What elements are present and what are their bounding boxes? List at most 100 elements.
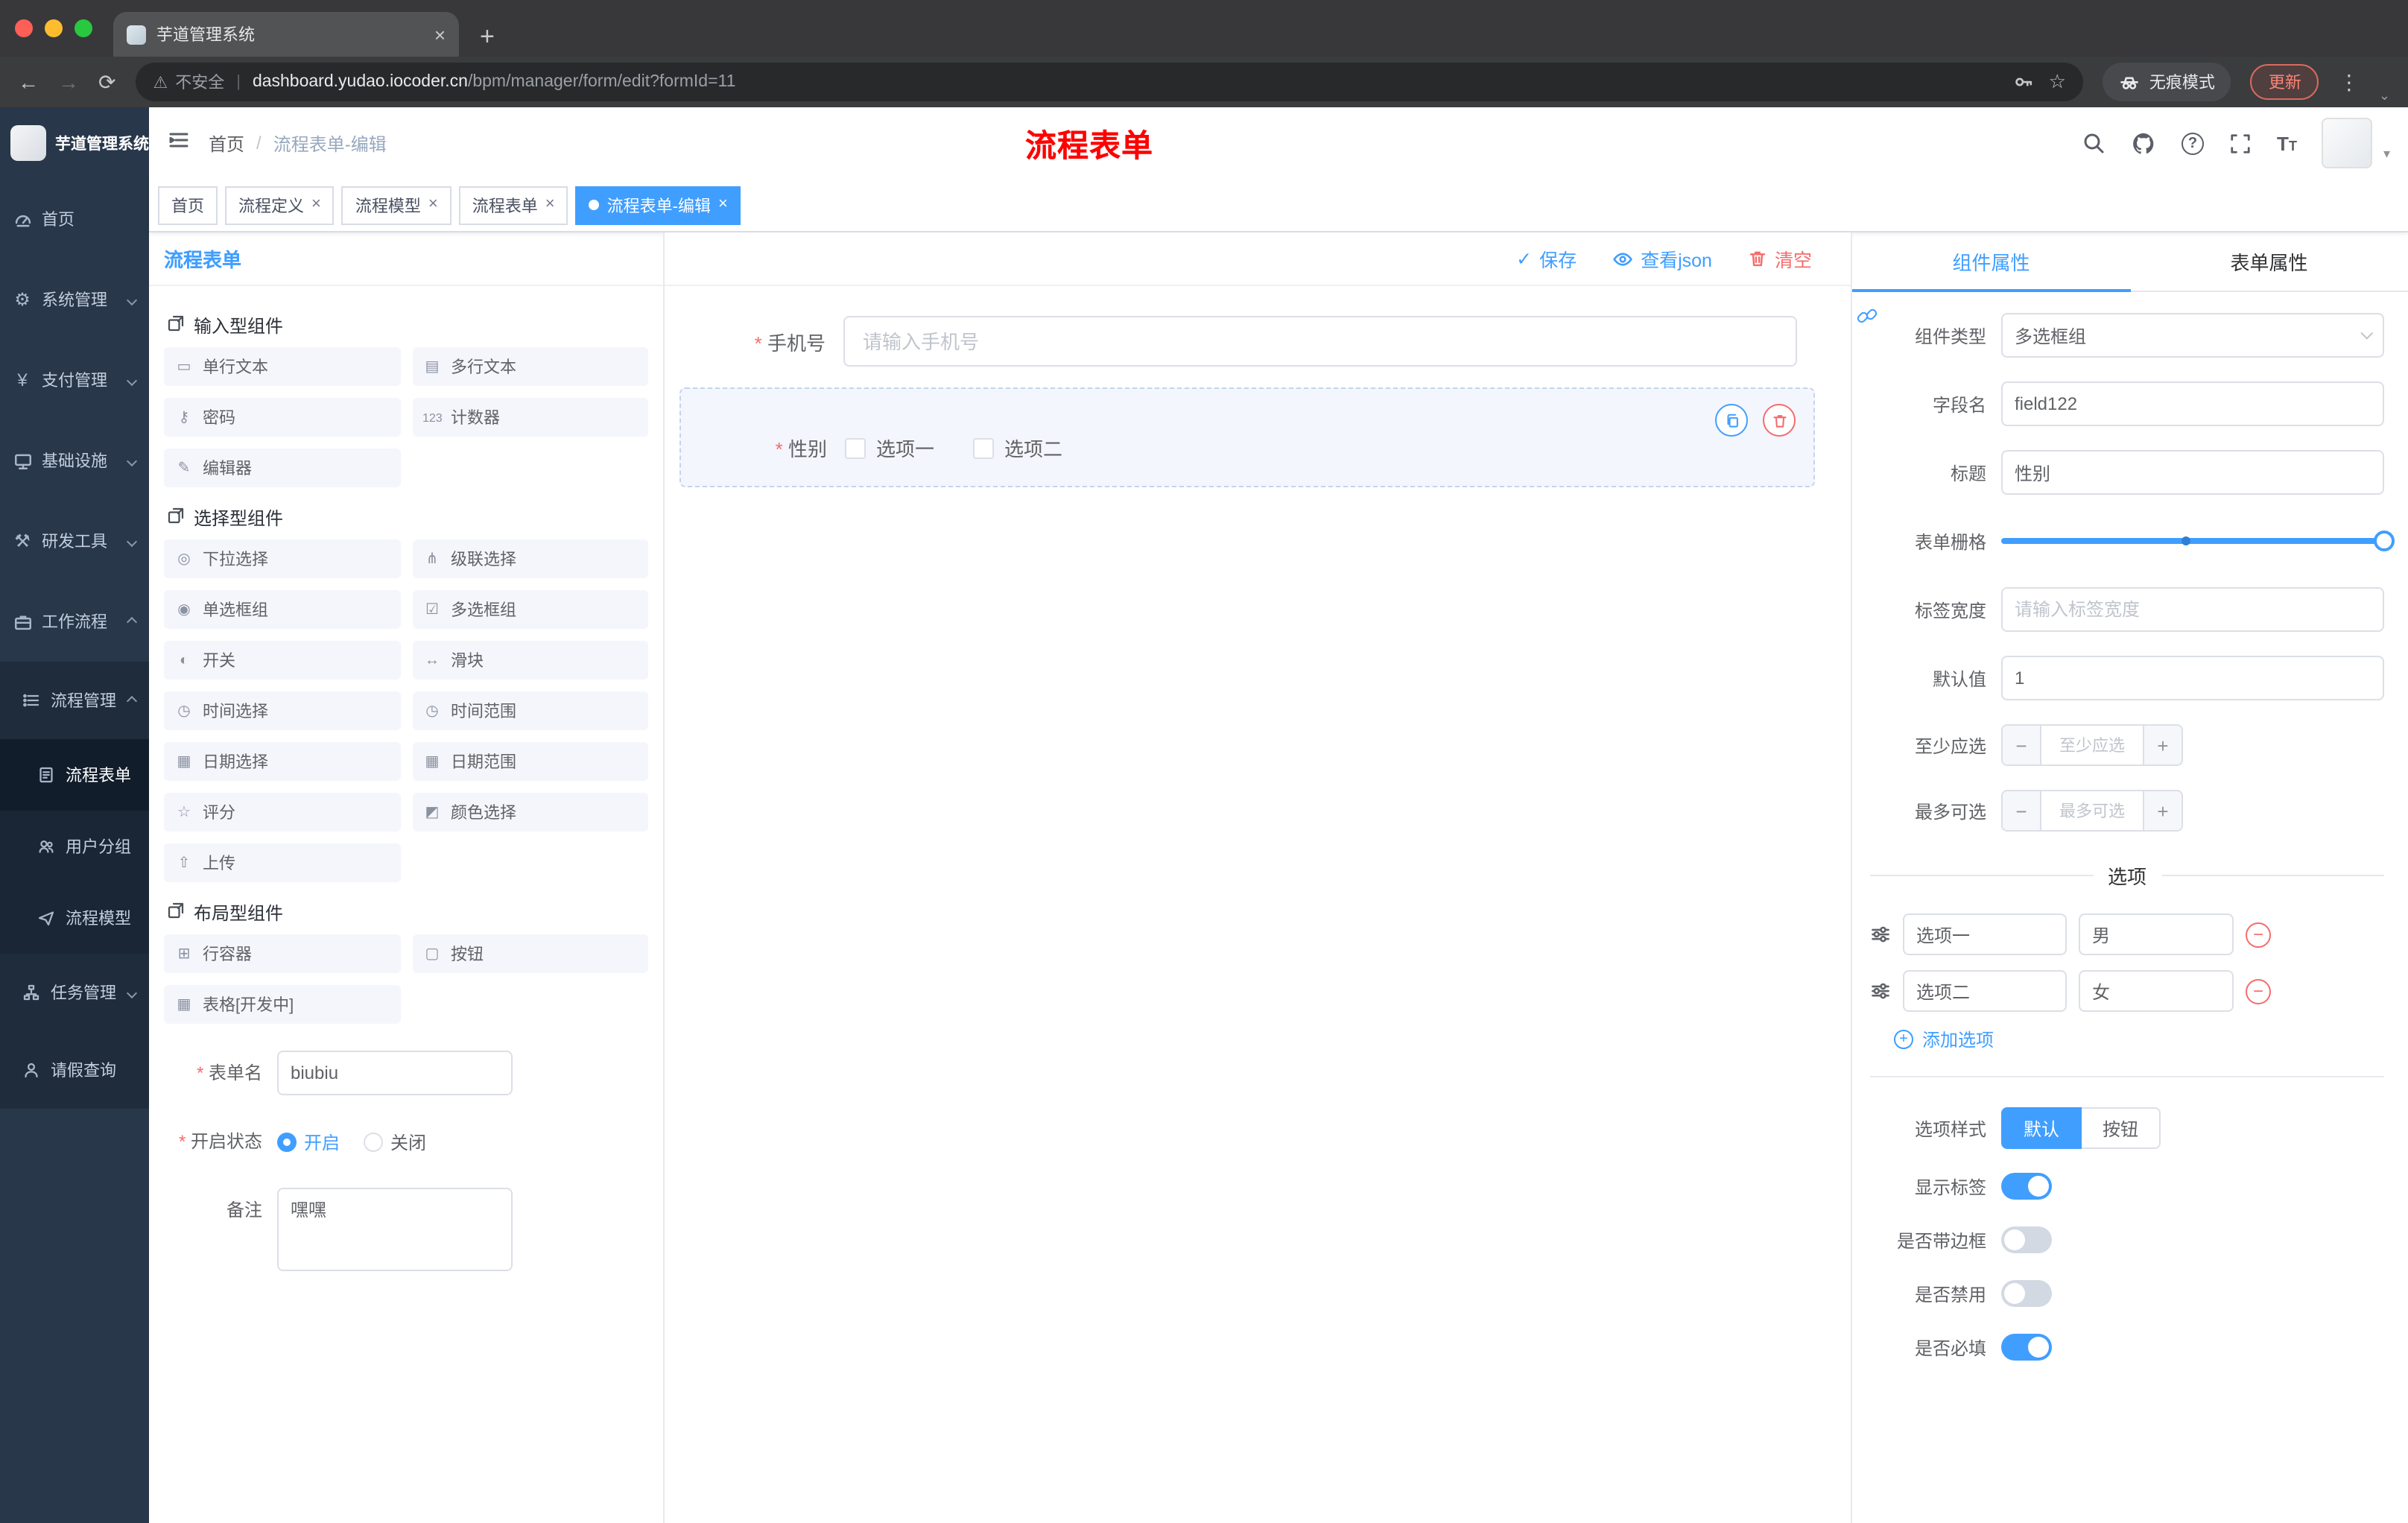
tab-component-props[interactable]: 组件属性 bbox=[1852, 232, 2130, 292]
default-value-input[interactable] bbox=[2001, 656, 2384, 700]
field-phone[interactable]: 手机号 bbox=[679, 316, 1815, 367]
palette-item-time-picker[interactable]: ◷ 时间选择 bbox=[164, 691, 400, 730]
sidebar-item-infra[interactable]: 基础设施 bbox=[0, 420, 149, 501]
palette-item-cascader[interactable]: ⋔ 级联选择 bbox=[412, 539, 648, 578]
tag-home[interactable]: 首页 bbox=[158, 186, 218, 224]
palette-item-table[interactable]: ▦ 表格[开发中] bbox=[164, 985, 400, 1024]
palette-item-date-range[interactable]: ▦ 日期范围 bbox=[412, 742, 648, 781]
field-name-input[interactable] bbox=[2001, 381, 2384, 426]
maximize-window-button[interactable] bbox=[75, 19, 92, 37]
close-icon[interactable]: × bbox=[428, 196, 438, 213]
sidebar-item-system[interactable]: ⚙ 系统管理 bbox=[0, 259, 149, 340]
palette-item-password[interactable]: ⚷ 密码 bbox=[164, 398, 400, 437]
palette-item-checkbox-group[interactable]: ☑ 多选框组 bbox=[412, 590, 648, 629]
search-icon[interactable] bbox=[2082, 131, 2106, 155]
gender-option-1[interactable]: 选项一 bbox=[845, 434, 934, 462]
component-type-select[interactable]: 多选框组 bbox=[2001, 313, 2384, 358]
decrease-icon[interactable]: − bbox=[2003, 726, 2041, 764]
palette-item-multi-line-text[interactable]: ▤ 多行文本 bbox=[412, 347, 648, 386]
increase-icon[interactable]: + bbox=[2143, 791, 2182, 830]
drag-handle-icon[interactable] bbox=[1870, 981, 1891, 1001]
status-radio-on[interactable]: 开启 bbox=[277, 1129, 340, 1154]
checkbox-icon[interactable] bbox=[845, 437, 866, 458]
sidebar-item-workflow[interactable]: 工作流程 bbox=[0, 581, 149, 662]
palette-item-switch[interactable]: ◐ 开关 bbox=[164, 641, 400, 680]
option-value-input[interactable] bbox=[2079, 970, 2234, 1012]
palette-item-color-picker[interactable]: ◩ 颜色选择 bbox=[412, 793, 648, 832]
forward-icon[interactable]: → bbox=[58, 72, 79, 92]
security-warning[interactable]: ⚠ 不安全 bbox=[153, 70, 224, 94]
fullscreen-icon[interactable] bbox=[2229, 132, 2252, 154]
sidebar-item-home[interactable]: 首页 bbox=[0, 179, 149, 259]
palette-item-counter[interactable]: 123 计数器 bbox=[412, 398, 648, 437]
help-icon[interactable] bbox=[2182, 132, 2205, 154]
palette-item-editor[interactable]: ✎ 编辑器 bbox=[164, 449, 400, 487]
drag-handle-icon[interactable] bbox=[1870, 924, 1891, 945]
github-icon[interactable] bbox=[2131, 130, 2156, 156]
close-icon[interactable]: × bbox=[545, 196, 555, 213]
gender-option-2[interactable]: 选项二 bbox=[973, 434, 1062, 462]
sidebar-item-process-model[interactable]: 流程模型 bbox=[0, 882, 149, 954]
sidebar-item-devtools[interactable]: ⚒ 研发工具 bbox=[0, 501, 149, 581]
form-name-input[interactable] bbox=[277, 1051, 513, 1095]
close-tab-icon[interactable]: × bbox=[434, 25, 446, 44]
delete-component-button[interactable] bbox=[1763, 404, 1796, 437]
palette-item-rate[interactable]: ☆ 评分 bbox=[164, 793, 400, 832]
remove-option-button[interactable]: − bbox=[2246, 922, 2271, 947]
new-tab-button[interactable]: + bbox=[480, 24, 495, 49]
palette-item-time-range[interactable]: ◷ 时间范围 bbox=[412, 691, 648, 730]
minimize-window-button[interactable] bbox=[45, 19, 63, 37]
close-icon[interactable]: × bbox=[718, 196, 728, 213]
palette-item-radio-group[interactable]: ◉ 单选框组 bbox=[164, 590, 400, 629]
option-value-input[interactable] bbox=[2079, 914, 2234, 955]
slider-track[interactable] bbox=[2001, 531, 2395, 551]
checkbox-icon[interactable] bbox=[973, 437, 995, 458]
incognito-badge[interactable]: 无痕模式 bbox=[2103, 63, 2231, 101]
browser-menu-icon[interactable]: ⋮ bbox=[2339, 69, 2360, 95]
form-remark-textarea[interactable]: 嘿嘿 bbox=[277, 1188, 513, 1271]
url-field[interactable]: ⚠ 不安全 | dashboard.yudao.iocoder.cn/bpm/m… bbox=[135, 63, 2084, 101]
breadcrumb-home[interactable]: 首页 bbox=[209, 130, 244, 156]
disabled-toggle[interactable] bbox=[2001, 1280, 2052, 1307]
palette-item-upload[interactable]: ⇧ 上传 bbox=[164, 843, 400, 882]
palette-item-single-line-text[interactable]: ▭ 单行文本 bbox=[164, 347, 400, 386]
style-button-button[interactable]: 按钮 bbox=[2082, 1107, 2161, 1149]
option-label-input[interactable] bbox=[1903, 970, 2067, 1012]
border-toggle[interactable] bbox=[2001, 1226, 2052, 1253]
min-select-stepper[interactable]: − 至少应选 + bbox=[2001, 724, 2183, 766]
palette-item-select[interactable]: ◎ 下拉选择 bbox=[164, 539, 400, 578]
grid-slider[interactable] bbox=[2001, 519, 2395, 563]
palette-item-date-picker[interactable]: ▦ 日期选择 bbox=[164, 742, 400, 781]
hamburger-icon[interactable] bbox=[167, 127, 191, 159]
update-button[interactable]: 更新 bbox=[2250, 64, 2319, 100]
field-gender-selected[interactable]: 性别 选项一 选项二 bbox=[679, 387, 1815, 487]
link-icon[interactable] bbox=[1855, 304, 1879, 335]
palette-item-row-container[interactable]: ⊞ 行容器 bbox=[164, 934, 400, 973]
phone-input[interactable] bbox=[843, 316, 1797, 367]
save-button[interactable]: ✓ 保存 bbox=[1516, 244, 1577, 273]
clear-button[interactable]: 清空 bbox=[1748, 244, 1812, 273]
option-label-input[interactable] bbox=[1903, 914, 2067, 955]
tag-process-form[interactable]: 流程表单 × bbox=[458, 186, 568, 224]
avatar-caret-icon[interactable]: ▾ bbox=[2383, 146, 2390, 162]
palette-item-button[interactable]: ▢ 按钮 bbox=[412, 934, 648, 973]
decrease-icon[interactable]: − bbox=[2003, 791, 2041, 830]
view-json-button[interactable]: 查看json bbox=[1612, 244, 1712, 273]
sidebar-item-process-form[interactable]: 流程表单 bbox=[0, 739, 149, 811]
bookmark-star-icon[interactable]: ☆ bbox=[2049, 70, 2066, 94]
sidebar-item-payment[interactable]: ¥ 支付管理 bbox=[0, 340, 149, 420]
tag-process-form-edit[interactable]: 流程表单-编辑 × bbox=[575, 186, 741, 224]
toolbar-chevron-icon[interactable]: ⌄ bbox=[2379, 88, 2390, 104]
max-select-stepper[interactable]: − 最多可选 + bbox=[2001, 790, 2183, 832]
sidebar-item-task-mgmt[interactable]: 任务管理 bbox=[0, 954, 149, 1031]
back-icon[interactable]: ← bbox=[18, 72, 39, 92]
key-icon[interactable] bbox=[2013, 72, 2034, 92]
remove-option-button[interactable]: − bbox=[2246, 978, 2271, 1004]
sidebar-item-user-groups[interactable]: 用户分组 bbox=[0, 811, 149, 882]
reload-icon[interactable]: ⟳ bbox=[98, 72, 115, 92]
close-window-button[interactable] bbox=[15, 19, 33, 37]
tab-form-props[interactable]: 表单属性 bbox=[2130, 232, 2408, 291]
style-default-button[interactable]: 默认 bbox=[2001, 1107, 2082, 1149]
tag-process-definition[interactable]: 流程定义 × bbox=[225, 186, 335, 224]
sidebar-item-leave-query[interactable]: 请假查询 bbox=[0, 1031, 149, 1109]
